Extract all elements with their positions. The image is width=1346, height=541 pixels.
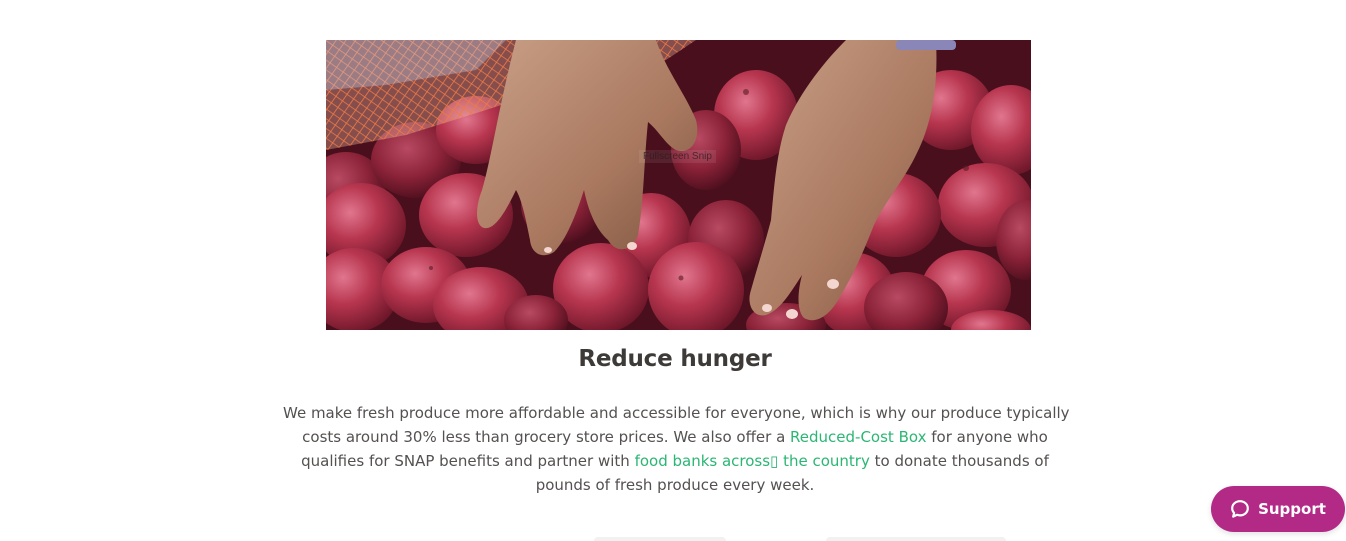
support-label: Support xyxy=(1258,500,1326,518)
body-line-2-end: for anyone who xyxy=(926,428,1048,446)
support-button[interactable]: Support xyxy=(1211,486,1345,532)
card-preview-right xyxy=(826,537,1006,541)
body-line-2: costs around 30% less than grocery store… xyxy=(283,425,1067,449)
chat-bubble-icon xyxy=(1231,500,1249,518)
body-line-3: qualifies for SNAP benefits and partner … xyxy=(283,449,1067,473)
body-line-1: We make fresh produce more affordable an… xyxy=(283,404,1070,422)
body-line-3-start: qualifies for SNAP benefits and partner … xyxy=(301,452,635,470)
potatoes-illustration xyxy=(326,40,1031,330)
card-preview-left xyxy=(594,537,726,541)
body-line-4: pounds of fresh produce every week. xyxy=(535,476,815,494)
section-body: We make fresh produce more affordable an… xyxy=(283,401,1070,497)
hero-image: Fullscreen Snip xyxy=(326,40,1031,330)
food-banks-link[interactable]: food banks across▯ the country xyxy=(635,452,870,470)
body-line-2-start: costs around 30% less than grocery store… xyxy=(302,428,791,446)
section-title: Reduce hunger xyxy=(578,346,772,372)
body-line-3-end: to donate thousands of xyxy=(869,452,1049,470)
fullscreen-snip-label: Fullscreen Snip xyxy=(639,150,716,163)
reduced-cost-box-link[interactable]: Reduced-Cost Box xyxy=(790,428,926,446)
